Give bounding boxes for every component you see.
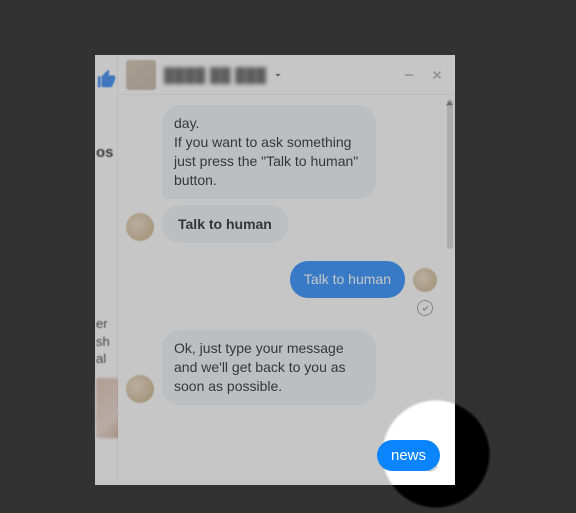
chat-body: day. If you want to ask something just p… [118,95,445,485]
bot-message: day. If you want to ask something just p… [162,105,376,199]
chat-title-button[interactable]: ████ ██ ███ [164,67,393,83]
user-message-text: news [391,447,426,464]
scrollbar[interactable] [447,99,453,479]
bot-avatar[interactable] [126,375,154,403]
delivery-status-row [126,300,439,320]
message-row: Talk to human [126,205,439,244]
chat-title: ████ ██ ███ [164,67,267,83]
chevron-down-icon [271,68,285,82]
user-message: Talk to human [290,261,405,298]
quick-reply-suggestion[interactable]: Talk to human [162,205,288,244]
chat-header-avatar[interactable] [126,60,156,90]
bot-avatar[interactable] [126,213,154,241]
message-row: Ok, just type your message and we'll get… [126,330,439,405]
delivered-check-icon [417,300,433,316]
background-side-text: er sh al [96,315,110,368]
message-row: Talk to human [126,261,439,298]
scrollbar-thumb[interactable] [447,99,453,249]
message-row: day. If you want to ask something just p… [126,105,439,199]
bot-message: Ok, just type your message and we'll get… [162,330,376,405]
minimize-button[interactable] [397,63,421,87]
background-text-os: os [96,144,114,161]
close-button[interactable] [425,63,449,87]
chat-header: ████ ██ ███ [118,55,455,95]
user-message-news: news [377,440,440,471]
chat-window: ████ ██ ███ day. If you want to ask some… [118,55,455,485]
thumbs-up-icon [96,68,118,90]
page-avatar-small [413,268,437,292]
